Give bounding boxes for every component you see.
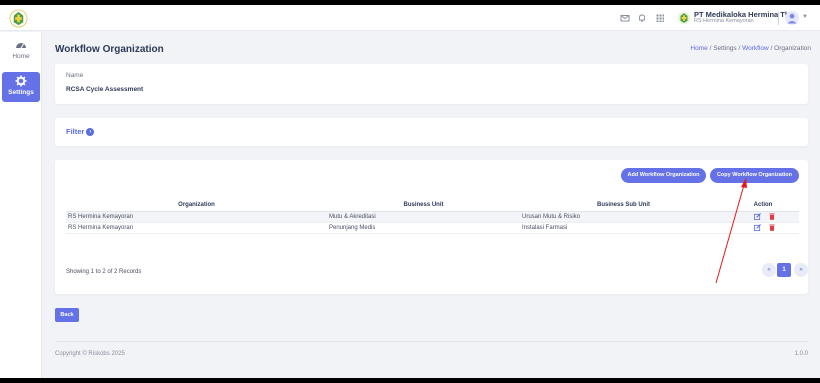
column-header-action: Action [727, 200, 799, 212]
chevron-right-circle-icon: › [86, 128, 95, 137]
breadcrumb-current: Organization [774, 45, 811, 52]
breadcrumb-workflow[interactable]: Workflow [742, 45, 769, 52]
top-navbar: PT Medikaloka Hermina Tbk RS Hermina Kem… [0, 5, 820, 31]
cell-business-sub-unit: Urusan Mutu & Risiko [520, 211, 727, 223]
cell-business-unit: Penunjang Medis [327, 222, 520, 234]
sidebar: Home Settings [0, 32, 42, 378]
edit-icon[interactable] [753, 224, 761, 231]
sidebar-item-label: Settings [8, 89, 34, 96]
workflow-table-card: Add Workflow Organization Copy Workflow … [55, 160, 808, 294]
app-window: PT Medikaloka Hermina Tbk RS Hermina Kem… [0, 5, 820, 378]
sidebar-item-settings[interactable]: Settings [2, 72, 40, 102]
trash-icon[interactable] [769, 224, 775, 231]
workflow-organization-table: Organization Business Unit Business Sub … [66, 200, 799, 234]
column-header-business-unit[interactable]: Business Unit [327, 200, 520, 212]
pagination-page-button[interactable]: 1 [777, 263, 791, 277]
page-title: Workflow Organization [55, 44, 164, 55]
add-workflow-organization-button[interactable]: Add Workflow Organization [621, 168, 706, 183]
records-summary: Showing 1 to 2 of 2 Records [66, 269, 142, 275]
filter-card: Filter › [55, 118, 808, 146]
dashboard-icon [16, 43, 26, 49]
chevron-down-icon[interactable]: ▼ [802, 14, 808, 20]
hermina-logo[interactable] [9, 9, 28, 28]
mail-icon[interactable] [620, 13, 630, 23]
sidebar-item-home[interactable]: Home [2, 36, 40, 66]
name-card: Name RCSA Cycle Assessment [55, 64, 808, 104]
pagination-next-button[interactable]: » [794, 263, 808, 277]
breadcrumb-settings: Settings [713, 45, 737, 52]
filter-toggle[interactable]: Filter › [66, 127, 95, 137]
copy-workflow-organization-button[interactable]: Copy Workflow Organization [710, 168, 799, 183]
cell-actions [727, 222, 799, 234]
cell-organization: RS Hermina Kemayoran [66, 211, 327, 223]
cell-organization: RS Hermina Kemayoran [66, 222, 327, 234]
user-avatar-icon[interactable] [785, 11, 799, 25]
name-label: Name [66, 72, 84, 79]
cell-actions [727, 211, 799, 223]
company-logo [677, 11, 691, 25]
breadcrumb-home[interactable]: Home [690, 45, 707, 52]
bell-icon[interactable] [637, 13, 647, 23]
topbar-divider [778, 12, 779, 25]
table-row: RS Hermina Kemayoran Mutu & Akreditasi U… [66, 211, 799, 223]
footer-copyright: Copyright © Riskobs 2025 [55, 351, 125, 357]
footer-version: 1.0.0 [794, 351, 808, 357]
sidebar-item-label: Home [12, 53, 30, 60]
trash-icon[interactable] [769, 213, 775, 220]
table-row: RS Hermina Kemayoran Penunjang Medis Ins… [66, 222, 799, 234]
cell-business-unit: Mutu & Akreditasi [327, 211, 520, 223]
main-content: Workflow Organization Home / Settings / … [42, 32, 820, 378]
filter-label: Filter [66, 127, 85, 136]
cell-business-sub-unit: Instalasi Farmasi [520, 222, 727, 234]
edit-icon[interactable] [753, 213, 761, 220]
breadcrumb: Home / Settings / Workflow / Organizatio… [690, 45, 811, 52]
column-header-business-sub-unit[interactable]: Business Sub Unit [520, 200, 727, 212]
apps-grid-icon[interactable] [655, 13, 665, 23]
name-value: RCSA Cycle Assessment [66, 86, 144, 93]
gear-icon [15, 75, 27, 87]
footer-divider [55, 341, 808, 342]
company-branch: RS Hermina Kemayoran [694, 18, 754, 24]
table-header-row: Organization Business Unit Business Sub … [66, 200, 799, 212]
pagination-prev-button[interactable]: « [762, 263, 776, 277]
column-header-organization[interactable]: Organization [66, 200, 327, 212]
back-button[interactable]: Back [55, 308, 79, 322]
